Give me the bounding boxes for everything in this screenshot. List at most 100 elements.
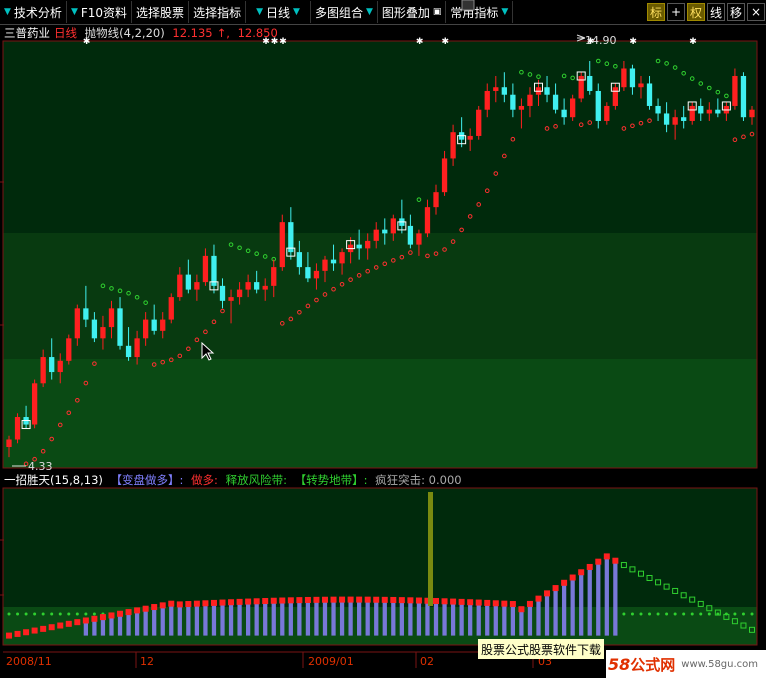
candle-body — [356, 244, 362, 249]
oscillator-dot — [544, 590, 551, 597]
sar-dot — [459, 227, 464, 233]
baseline-dot — [451, 612, 455, 616]
candle-body — [185, 274, 191, 290]
candle-body — [382, 229, 388, 234]
menu-select-stock[interactable]: 选择股票 — [132, 1, 190, 23]
sar-dot — [724, 93, 729, 99]
sar-value-2: 12.850 — [237, 26, 278, 40]
menu-select-indicator[interactable]: 选择指标 — [189, 1, 247, 23]
baseline-dot — [648, 612, 652, 616]
sar-dot — [57, 422, 63, 428]
oscillator-dot — [390, 596, 397, 603]
candle-body — [595, 90, 601, 121]
sar-dot — [83, 380, 89, 386]
oscillator-dot — [595, 558, 602, 565]
baseline-dot — [212, 612, 216, 616]
baseline-dot — [366, 612, 370, 616]
baseline-dot — [443, 612, 447, 616]
signal-box — [209, 281, 219, 291]
sar-dot — [373, 265, 379, 270]
candle-body — [663, 113, 670, 125]
candle-body — [365, 240, 371, 249]
oscillator-dot — [48, 624, 55, 631]
oscillator-dot — [364, 596, 371, 603]
menu-multi-chart[interactable]: 多图组合 ▼ — [311, 1, 378, 23]
oscillator-dot — [262, 598, 269, 605]
oscillator-dot — [236, 598, 243, 605]
oscillator-dot — [450, 598, 457, 605]
crosshair-button[interactable]: + — [667, 3, 685, 21]
baseline-dot — [118, 612, 122, 616]
candle-body — [74, 308, 80, 339]
oscillator-dot — [586, 563, 593, 570]
sub-indicator-name: 一招胜天(15,8,13) — [4, 473, 103, 487]
baseline-dot — [178, 612, 182, 616]
oscillator-dot — [228, 599, 235, 606]
oscillator-dot — [501, 600, 508, 607]
sar-dot — [604, 61, 610, 66]
menu-common-indicators[interactable]: 常用指标 ▼ — [446, 1, 514, 23]
candle-body — [407, 225, 414, 245]
oscillator-dot — [108, 612, 115, 619]
candle-body — [313, 270, 320, 279]
candle-body — [108, 308, 115, 328]
oscillator-dot — [441, 598, 448, 605]
baseline-dot — [408, 612, 412, 616]
sar-dot — [151, 362, 157, 367]
menu-period[interactable]: ▼ 日线 ▼ — [246, 1, 311, 23]
baseline-dot — [280, 612, 284, 616]
oscillator-dot — [330, 596, 337, 603]
baseline-dot — [238, 612, 242, 616]
oscillator-dot — [714, 609, 721, 616]
candle-body — [228, 297, 234, 301]
candle-body — [467, 135, 473, 140]
baseline-dot — [374, 612, 378, 616]
baseline-dot — [383, 612, 387, 616]
sar-dot — [288, 316, 294, 322]
signal-star: ✱ — [629, 37, 637, 47]
line-button[interactable]: 线 — [707, 3, 725, 21]
baseline-dot — [340, 612, 344, 616]
candle-body — [6, 439, 12, 448]
oscillator-dot — [612, 557, 619, 564]
candle-body — [612, 87, 619, 106]
candle-body — [211, 255, 217, 286]
oscillator-dot — [168, 600, 175, 607]
oscillator-dot — [296, 597, 303, 604]
baseline-dot — [485, 612, 489, 616]
rights-button[interactable]: 权 — [687, 3, 705, 21]
baseline-dot — [50, 612, 54, 616]
candle-body — [604, 105, 610, 121]
candle-body — [655, 105, 661, 114]
baseline-dot — [33, 612, 37, 616]
baseline-dot — [613, 612, 617, 616]
breakout-spike — [428, 492, 433, 606]
sar-dot — [32, 456, 37, 462]
sar-dot — [502, 153, 507, 159]
mark-button[interactable]: 标 — [647, 3, 665, 21]
candle-body — [151, 319, 157, 331]
sar-dot — [92, 361, 97, 366]
move-button[interactable]: 移 — [727, 3, 745, 21]
baseline-dot — [144, 612, 148, 616]
candle-body — [23, 417, 29, 425]
candle-body — [689, 105, 695, 121]
oscillator-dot — [321, 596, 328, 603]
baseline-dot — [699, 612, 703, 616]
menu-overlay[interactable]: 图形叠加 ▣ — [378, 1, 447, 23]
sar-dot — [664, 61, 669, 66]
sar-dot — [305, 303, 311, 309]
candle-body — [621, 68, 627, 88]
high-annotation: 14.90 — [585, 34, 617, 47]
oscillator-dot — [117, 610, 124, 617]
baseline-dot — [468, 612, 472, 616]
close-icon[interactable]: × — [747, 3, 765, 21]
dropdown-arrow-icon: ▼ — [70, 7, 78, 17]
baseline-dot — [229, 612, 233, 616]
baseline-dot — [203, 612, 207, 616]
sar-dot — [143, 300, 148, 305]
sar-dot — [493, 171, 499, 176]
menu-f10[interactable]: ▼ F10资料 — [67, 1, 133, 23]
oscillator-dot — [723, 613, 730, 620]
menu-technical-analysis[interactable]: ▼ 技术分析 — [0, 1, 67, 23]
